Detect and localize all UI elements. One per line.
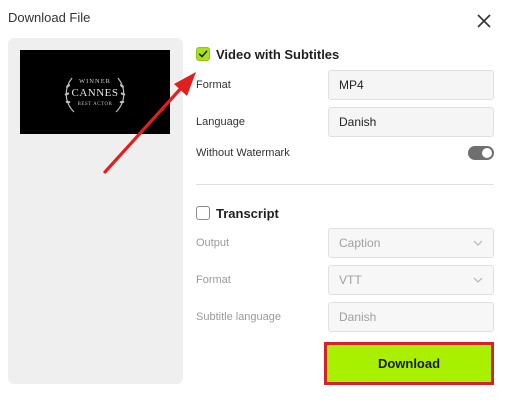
output-label: Output [196, 237, 230, 249]
subtitle-language-label: Subtitle language [196, 311, 282, 323]
chevron-down-icon [473, 277, 483, 283]
checkmark-icon [198, 50, 208, 58]
video-subtitles-checkbox[interactable] [196, 47, 210, 61]
output-select[interactable]: Caption [328, 228, 494, 258]
language-label: Language [196, 116, 245, 128]
format-select[interactable]: MP4 [328, 70, 494, 100]
download-file-dialog: Download File WINNER CANNES BEST ACTOR V… [0, 0, 507, 400]
toggle-knob [482, 148, 492, 158]
close-button[interactable] [474, 11, 494, 31]
transcript-label: Transcript [216, 206, 279, 221]
video-thumbnail: WINNER CANNES BEST ACTOR [20, 50, 170, 134]
format-label: Format [196, 79, 231, 91]
dialog-title: Download File [8, 10, 91, 25]
section-divider [196, 184, 494, 185]
transcript-format-value: VTT [339, 273, 362, 287]
transcript-format-select[interactable]: VTT [328, 265, 494, 295]
subtitle-language-select[interactable]: Danish [328, 302, 494, 332]
thumb-line-1: WINNER [79, 78, 111, 85]
preview-panel: WINNER CANNES BEST ACTOR [8, 38, 183, 384]
thumb-line-2: CANNES [71, 87, 118, 99]
chevron-down-icon [473, 240, 483, 246]
output-value: Caption [339, 236, 381, 250]
transcript-checkbox[interactable] [196, 206, 210, 220]
watermark-toggle[interactable] [468, 146, 494, 160]
transcript-format-label: Format [196, 274, 231, 286]
download-button[interactable]: Download [324, 342, 494, 385]
language-select[interactable]: Danish [328, 107, 494, 137]
without-watermark-label: Without Watermark [196, 147, 290, 159]
thumb-line-3: BEST ACTOR [78, 102, 113, 107]
video-subtitles-label: Video with Subtitles [216, 47, 340, 62]
close-icon [477, 14, 491, 28]
